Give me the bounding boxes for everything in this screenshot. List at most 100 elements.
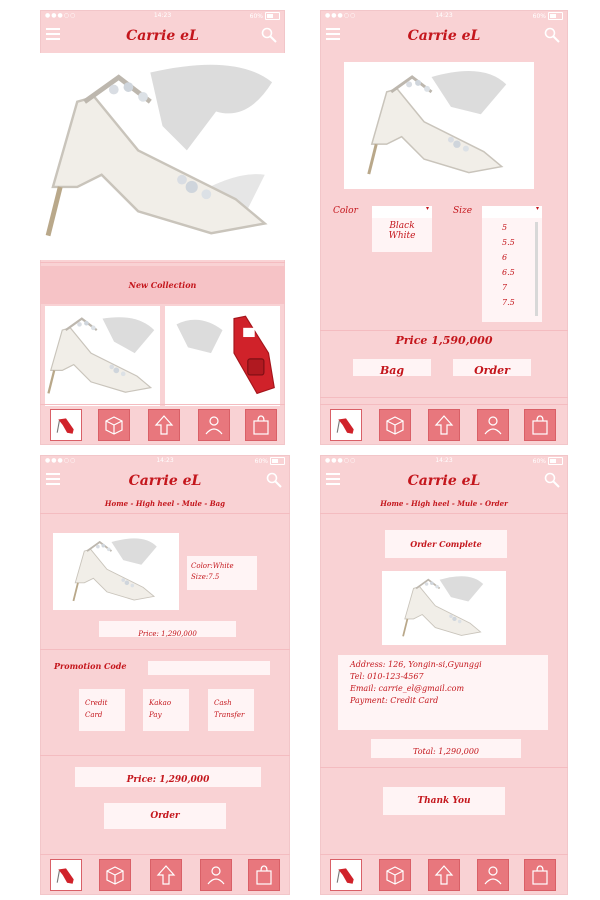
color-select[interactable]: ▾: [372, 205, 432, 218]
order-email: Email: carrie_el@gmail.com: [350, 684, 465, 693]
order-address: Address: 126, Yongin-si,Gyunggi: [350, 660, 482, 669]
banner-label: New Collection: [128, 280, 197, 290]
order-details: Address: 126, Yongin-si,Gyunggi Tel: 010…: [338, 655, 548, 730]
order-payment: Payment: Credit Card: [350, 696, 439, 705]
up-arrow-icon[interactable]: [150, 859, 182, 891]
thank-you-label: Thank You: [417, 796, 471, 806]
tab-bar: [40, 404, 285, 445]
app-header: Carrie eL: [40, 467, 290, 497]
battery-percent: 60%: [532, 12, 546, 20]
brand-logo[interactable]: Carrie eL: [320, 473, 568, 489]
screen-order-complete: ●●●○○ 14:23 60% Carrie eL Home - High he…: [320, 455, 568, 895]
color-option-white[interactable]: White: [372, 231, 432, 241]
battery-icon: [548, 457, 563, 465]
status-time: 14:23: [153, 12, 172, 19]
pay-credit-card[interactable]: Credit Card: [79, 689, 125, 731]
order-total-box: Total: 1,290,000: [371, 739, 521, 758]
status-bar: ●●●○○ 14:23 60%: [40, 455, 290, 467]
screen-home: ●●●○○ 14:23 60% Carrie eL New Collection: [40, 10, 285, 445]
order-button-label: Order: [150, 811, 180, 821]
order-complete-banner: Order Complete: [385, 530, 507, 558]
cart-item-specs: Color:White Size:7.5: [187, 556, 257, 590]
box-icon[interactable]: [379, 409, 411, 441]
up-arrow-icon[interactable]: [148, 409, 180, 441]
pay-kakao[interactable]: Kakao Pay: [143, 689, 189, 731]
item-price: Price: 1,290,000: [138, 630, 197, 638]
bag-button[interactable]: Bag: [353, 359, 431, 377]
bag-icon[interactable]: [248, 859, 280, 891]
breadcrumb[interactable]: Home - High heel - Mule - Bag: [40, 499, 290, 508]
price-label: Price 1,590,000: [395, 334, 493, 347]
search-icon[interactable]: [261, 27, 277, 43]
order-status: Order Complete: [410, 539, 482, 549]
shoe-thumbnail[interactable]: [330, 409, 362, 441]
order-button-label: Order: [474, 364, 510, 377]
size-select[interactable]: ▾: [482, 205, 542, 218]
ordered-item-image[interactable]: [382, 571, 506, 645]
brand-logo[interactable]: Carrie eL: [40, 473, 290, 489]
product-tile-white[interactable]: [45, 306, 160, 406]
shoe-thumbnail[interactable]: [50, 859, 82, 891]
item-color: Color:White: [191, 562, 234, 570]
person-icon[interactable]: [477, 409, 509, 441]
total-price-box: Price: 1,290,000: [75, 767, 261, 787]
person-icon[interactable]: [477, 859, 509, 891]
bag-icon[interactable]: [245, 409, 277, 441]
product-tile-red[interactable]: [165, 306, 280, 406]
size-scrollbar[interactable]: [535, 222, 538, 316]
breadcrumb[interactable]: Home - High heel - Mule - Order: [320, 499, 568, 508]
battery-icon: [270, 457, 285, 465]
bag-icon[interactable]: [524, 409, 556, 441]
status-bar: ●●●○○ 14:23 60%: [320, 10, 568, 22]
brand-logo[interactable]: Carrie eL: [320, 28, 568, 44]
pay-cash-transfer[interactable]: Cash Transfer: [208, 689, 254, 731]
search-icon[interactable]: [544, 27, 560, 43]
box-icon[interactable]: [99, 859, 131, 891]
battery-percent: 60%: [254, 457, 268, 465]
screen-cart: ●●●○○ 14:23 60% Carrie eL Home - High he…: [40, 455, 290, 895]
order-button[interactable]: Order: [453, 359, 531, 377]
person-icon[interactable]: [200, 859, 232, 891]
battery-percent: 60%: [249, 12, 263, 20]
search-icon[interactable]: [266, 472, 282, 488]
box-icon[interactable]: [379, 859, 411, 891]
status-bar: ●●●○○ 14:23 60%: [40, 10, 285, 22]
status-time: 14:23: [435, 12, 453, 19]
color-options-list: Black White: [372, 218, 432, 252]
item-size: Size:7.5: [191, 573, 220, 581]
app-header: Carrie eL: [320, 467, 568, 497]
color-label: Color: [333, 206, 358, 216]
product-image[interactable]: [344, 62, 534, 189]
person-icon[interactable]: [198, 409, 230, 441]
order-button[interactable]: Order: [104, 803, 226, 829]
shoe-thumbnail[interactable]: [330, 859, 362, 891]
bag-icon[interactable]: [524, 859, 556, 891]
chevron-down-icon: ▾: [425, 205, 429, 212]
status-time: 14:23: [435, 457, 453, 464]
tab-bar: [320, 854, 568, 895]
new-collection-banner[interactable]: New Collection: [40, 266, 285, 304]
screen-product-detail: ●●●○○ 14:23 60% Carrie eL Color ▾ Black …: [320, 10, 568, 445]
brand-logo[interactable]: Carrie eL: [40, 28, 285, 44]
cart-item-image[interactable]: [53, 533, 179, 610]
app-header: Carrie eL: [40, 22, 285, 52]
tab-bar: [40, 854, 290, 895]
hero-image[interactable]: [40, 53, 285, 260]
size-label: Size: [453, 206, 473, 216]
chevron-down-icon: ▾: [535, 205, 539, 212]
order-tel: Tel: 010-123-4567: [350, 672, 424, 681]
thank-you-button[interactable]: Thank You: [383, 787, 505, 815]
up-arrow-icon[interactable]: [428, 859, 460, 891]
color-option-black[interactable]: Black: [372, 221, 432, 231]
total-price: Price: 1,290,000: [126, 775, 210, 785]
promo-code-input[interactable]: [148, 661, 270, 675]
battery-percent: 60%: [532, 457, 546, 465]
box-icon[interactable]: [98, 409, 130, 441]
up-arrow-icon[interactable]: [428, 409, 460, 441]
pay-kakao-label: Kakao Pay: [149, 699, 172, 719]
battery-icon: [265, 12, 280, 20]
shoe-thumbnail[interactable]: [50, 409, 82, 441]
search-icon[interactable]: [544, 472, 560, 488]
item-price-box: Price: 1,290,000: [99, 621, 236, 638]
size-options-list: 5 5.5 6 6.5 7 7.5: [482, 218, 542, 322]
